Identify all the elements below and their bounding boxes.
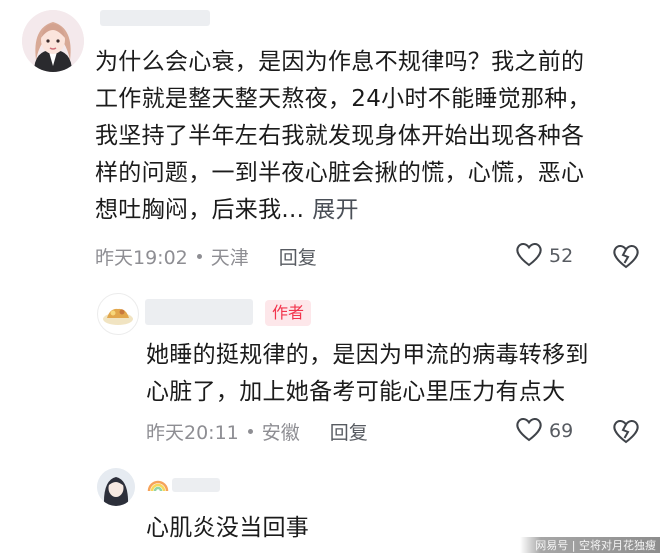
comment-meta-row: 昨天19:02 天津 回复 — [95, 242, 317, 270]
reply-button[interactable]: 回复 — [330, 418, 368, 445]
like-count: 69 — [549, 420, 574, 442]
reply-line: 她睡的挺规律的，是因为甲流的病毒转移到 — [146, 342, 589, 368]
expand-link[interactable]: 展开 — [312, 197, 359, 223]
reply-time: 昨天20:11 — [146, 421, 239, 444]
heart-icon — [515, 241, 543, 271]
comment-line: 样的问题，一到半夜心脏会揪的慌，心慌，恶心 — [95, 160, 585, 186]
reply-button[interactable]: 回复 — [279, 243, 317, 270]
reply-text: 她睡的挺规律的，是因为甲流的病毒转移到 心脏了，加上她备考可能心里压力有点大 — [146, 337, 656, 411]
like-count: 52 — [549, 245, 574, 267]
watermark: 网易号 | 空将对月花独瘦 — [520, 537, 660, 553]
location-dot-icon — [196, 253, 202, 259]
comment-line-truncated: 想吐胸闷，后来我... — [95, 197, 305, 223]
commenter-name-blurred[interactable] — [100, 10, 210, 26]
reply-meta-row: 昨天20:11 安徽 回复 — [146, 417, 368, 445]
comment-text: 为什么会心衰，是因为作息不规律吗？我之前的 工作就是整天整天熬夜，24小时不能睡… — [95, 44, 655, 229]
reply-author-name-blurred[interactable] — [172, 478, 220, 492]
author-badge: 作者 — [265, 300, 312, 326]
rainbow-icon — [147, 476, 169, 496]
broken-heart-icon[interactable] — [612, 418, 640, 448]
like-button[interactable]: 69 — [515, 415, 573, 447]
heart-icon — [515, 416, 543, 446]
reply-avatar[interactable] — [97, 468, 135, 506]
comment-line: 为什么会心衰，是因为作息不规律吗？我之前的 — [95, 49, 585, 75]
reply-author-name-blurred[interactable] — [145, 299, 253, 325]
commenter-avatar[interactable] — [22, 10, 84, 72]
comment-location: 天津 — [210, 246, 249, 269]
broken-heart-icon[interactable] — [612, 243, 640, 273]
reply-location: 安徽 — [261, 421, 300, 444]
like-button[interactable]: 52 — [515, 240, 573, 272]
reply-avatar[interactable] — [97, 293, 139, 335]
location-dot-icon — [247, 428, 253, 434]
comment-line: 我坚持了半年左右我就发现身体开始出现各种各 — [95, 123, 585, 149]
watermark-text: 网易号 | 空将对月花独瘦 — [535, 539, 656, 552]
reply-line: 心脏了，加上她备考可能心里压力有点大 — [146, 379, 566, 405]
comment-line: 想吐胸闷，后来我... 展开 — [95, 192, 655, 229]
comment-time: 昨天19:02 — [95, 246, 188, 269]
comment-line: 工作就是整天整天熬夜，24小时不能睡觉那种， — [95, 86, 591, 112]
